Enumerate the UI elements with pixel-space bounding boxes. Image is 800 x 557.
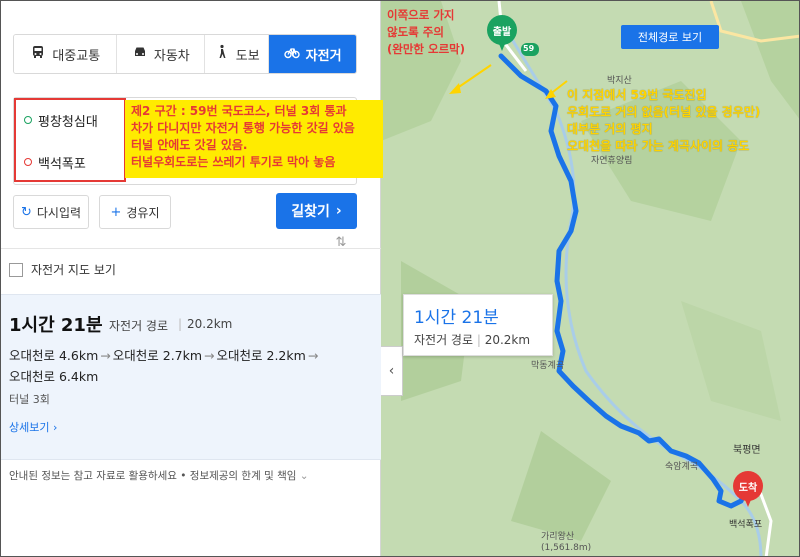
search-label: 길찾기	[291, 204, 330, 220]
arrow-right-icon: →	[204, 348, 215, 363]
annotation-line: 제2 구간 : 59번 국도코스, 터널 3회 통과	[131, 104, 347, 118]
map-label: 박지산	[607, 76, 632, 86]
disclaimer-text: 안내된 정보는 참고 자료로 활용하세요	[9, 470, 177, 482]
map-label: 백석폭포	[729, 520, 763, 530]
screen: 대중교통 자동차 도보 자전거 평창청심대 백석폭포 ⇅ ↻ 다시입력 + 경유…	[0, 0, 800, 557]
add-waypoint-button[interactable]: + 경유지	[99, 195, 171, 229]
swap-icon[interactable]: ⇅	[332, 234, 350, 252]
map-label: 북평면	[733, 445, 761, 456]
info-duration: 1시간 21분	[414, 308, 499, 328]
pin-tail	[497, 39, 507, 51]
road-badge: 59	[523, 44, 535, 53]
segment: 오대천로 4.6km	[9, 348, 99, 363]
checkbox[interactable]	[9, 262, 23, 277]
tab-label: 대중교통	[52, 48, 101, 64]
directions-panel: 대중교통 자동차 도보 자전거 평창청심대 백석폭포 ⇅ ↻ 다시입력 + 경유…	[1, 1, 381, 556]
tab-label: 자전거	[305, 48, 342, 64]
chevron-right-icon: ›	[335, 203, 342, 219]
car-icon	[132, 44, 148, 64]
reset-button[interactable]: ↻ 다시입력	[13, 195, 89, 229]
transport-tabs: 대중교통 자동차 도보 자전거	[13, 34, 357, 74]
end-pin[interactable]: 도착	[733, 471, 763, 507]
annotation-line: 이 지점에서 59번 국도진입	[567, 88, 707, 102]
bus-icon	[30, 44, 46, 64]
bike-map-toggle[interactable]: 자전거 지도 보기	[9, 261, 116, 278]
start-pin[interactable]: 출발	[487, 15, 517, 51]
walk-icon	[214, 44, 230, 64]
separator: |	[178, 317, 183, 331]
result-distance: 20.2km	[187, 317, 233, 331]
highlight-box	[14, 98, 126, 182]
bullet: •	[180, 470, 190, 482]
route-result[interactable]: 1시간 21분 자전거 경로 | 20.2km 오대천로 4.6km → 오대천로 …	[1, 294, 381, 460]
map-label: (1,561.8m)	[541, 543, 592, 553]
footer: 안내된 정보는 참고 자료로 활용하세요 • 정보제공의 한계 및 책임 ⌄	[9, 468, 309, 483]
divider	[1, 248, 381, 249]
annotation-right: 이 지점에서 59번 국도진입 우회도로 거의 없음(터널 있을 경우만) 대부…	[567, 87, 760, 155]
annotation-arrow-icon	[545, 80, 568, 99]
result-duration: 1시간 21분	[9, 315, 103, 336]
segment: 오대천로 6.4km	[9, 369, 99, 384]
pin-tail	[743, 495, 753, 507]
arrow-right-icon: →	[307, 348, 319, 363]
annotation-line: 이쪽으로 가지	[387, 8, 455, 22]
map-label: 숙암계곡	[665, 462, 699, 472]
annotation-line: 않도록 주의	[387, 25, 444, 39]
annotation-line: 오대천을 따라 가는 계곡사이의 공도	[567, 139, 750, 153]
tab-bicycle[interactable]: 자전거	[269, 35, 356, 73]
result-route-type: 자전거 경로	[109, 319, 169, 333]
chevron-left-icon: ‹	[388, 363, 395, 379]
annotation-top: 이쪽으로 가지 않도록 주의 (완만한 오르막)	[387, 7, 465, 58]
reset-label: 다시입력	[36, 205, 82, 220]
info-distance: 20.2km	[484, 333, 531, 347]
tunnel-count: 터널 3회	[9, 393, 50, 406]
bicycle-icon	[283, 44, 300, 64]
result-segments: 오대천로 4.6km → 오대천로 2.7km → 오대천로 2.2km → 오대천로 6.…	[9, 345, 349, 387]
refresh-icon: ↻	[20, 204, 32, 220]
tab-transit[interactable]: 대중교통	[14, 35, 118, 73]
annotation-line: 차가 다니지만 자전거 통행 가능한 갓길 있음	[131, 121, 355, 135]
annotation-left: 제2 구간 : 59번 국도코스, 터널 3회 통과 차가 다니지만 자전거 통…	[131, 103, 355, 171]
arrow-right-icon: →	[100, 348, 111, 363]
map-label: 막동계곡	[531, 361, 565, 371]
chevron-down-icon: ⌄	[299, 470, 309, 482]
tab-label: 도보	[235, 48, 260, 64]
whole-route-button[interactable]: 전체경로 보기	[621, 25, 719, 49]
annotation-arrow-icon	[449, 64, 492, 94]
annotation-line: 터널우회도로는 쓰레기 투기로 막아 놓음	[131, 155, 336, 169]
bike-map-label: 자전거 지도 보기	[31, 263, 116, 277]
tab-car[interactable]: 자동차	[117, 35, 206, 73]
limits-link[interactable]: 정보제공의 한계 및 책임	[190, 470, 297, 482]
waypoint-label: 경유지	[126, 205, 160, 220]
detail-label: 상세보기	[9, 421, 50, 434]
map-label: 가리왕산	[541, 532, 575, 542]
annotation-line: 우회도로 거의 없음(터널 있을 경우만)	[567, 105, 761, 119]
annotation-line: 대부분 거의 평지	[567, 122, 653, 136]
detail-link[interactable]: 상세보기 ›	[9, 419, 57, 435]
tab-walk[interactable]: 도보	[205, 35, 270, 73]
tab-label: 자동차	[153, 48, 190, 64]
segment: 오대천로 2.7km	[112, 348, 203, 363]
chevron-right-icon: ›	[52, 421, 58, 434]
collapse-panel-button[interactable]: ‹	[381, 346, 403, 396]
route-info-card[interactable]: 1시간 21분 자전거 경로 | 20.2km	[403, 294, 553, 356]
info-route-type: 자전거 경로	[414, 333, 474, 347]
annotation-line: (완만한 오르막)	[387, 42, 465, 56]
info-subline: 자전거 경로 | 20.2km	[414, 331, 530, 348]
separator: |	[476, 333, 485, 347]
search-route-button[interactable]: 길찾기 ›	[276, 193, 357, 229]
plus-icon: +	[110, 204, 122, 220]
annotation-line: 터널 안에도 갓길 있음.	[131, 138, 248, 152]
segment: 오대천로 2.2km	[216, 348, 306, 363]
